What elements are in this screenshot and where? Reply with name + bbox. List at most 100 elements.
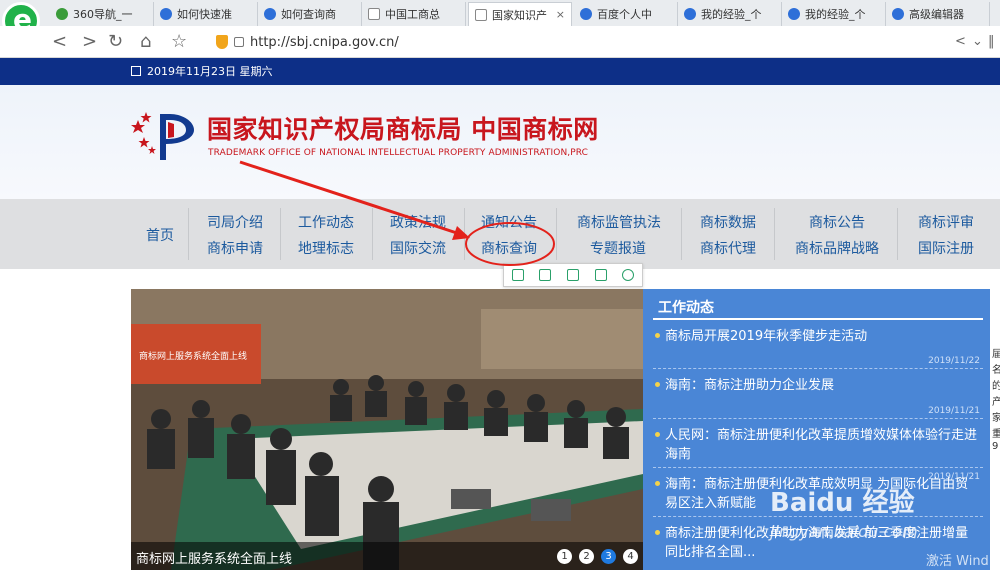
close-tab-icon[interactable]: × [556,8,565,21]
nav-special-reports[interactable]: 专题报道 [590,238,646,258]
right-column-fragment: 届 名 的 产 家 重 9 [990,289,1000,570]
news-item[interactable]: 商标局开展2019年秋季健步走活动 2019/11/22 [655,327,980,366]
tab-5[interactable]: 百度个人中 [574,2,678,26]
slide-dot-4[interactable]: 4 [623,549,638,564]
tab-0[interactable]: 360导航_一 [50,2,154,26]
baidu-watermark-url: jingyan.baidu.com [770,522,918,541]
bookmark-star-button[interactable]: ☆ [171,31,187,53]
tab-6[interactable]: 我的经验_个 [678,2,782,26]
news-divider [653,368,983,369]
nav-international-exchange[interactable]: 国际交流 [390,238,446,258]
nav-enforcement[interactable]: 商标监管执法 [577,212,661,232]
nav-bureau-intro[interactable]: 司局介绍 [207,212,263,232]
bullet-icon [655,333,660,338]
nav-divider [897,208,898,260]
slide-dot-3-active[interactable]: 3 [601,549,616,564]
reload-button[interactable]: ↻ [108,31,123,53]
screenshot-mini-toolbar [503,263,643,287]
nav-policies[interactable]: 政策法规 [390,212,446,232]
nav-divider [188,208,189,260]
tab-3[interactable]: 中国工商总 [362,2,466,26]
news-heading[interactable]: 工作动态 [658,297,714,317]
news-divider [653,467,983,468]
tab-1[interactable]: 如何快速准 [154,2,258,26]
slide-dot-1[interactable]: 1 [557,549,572,564]
nav-divider [774,208,775,260]
fragment-char: 重 [992,429,1000,440]
slideshow-photo[interactable]: 商标网上服务系统全面上线 [131,289,643,570]
document-icon [475,8,487,21]
activate-windows-text: 激活 Wind [926,554,989,569]
fragment-char: 名 [992,365,1000,376]
share-icon[interactable]: < [955,31,966,53]
news-heading-underline [653,318,983,320]
nav-trademark-application[interactable]: 商标申请 [207,238,263,258]
tab-label: 国家知识产 [492,8,547,22]
nav-announcements[interactable]: 通知公告 [481,212,537,232]
bullet-icon [655,432,660,437]
bullet-icon [655,530,660,535]
baidu-paw-icon [580,8,592,20]
news-item-text: 商标局开展2019年秋季健步走活动 [665,329,868,344]
nav-divider [556,208,557,260]
tab-label: 中国工商总 [385,8,440,21]
baidu-paw-icon [264,8,276,20]
bookmark-icon[interactable] [511,269,524,281]
fragment-char: 9 [992,441,999,452]
tab-4-active[interactable]: 国家知识产 × [468,2,572,26]
baidu-paw-icon [160,8,172,20]
nav-international-registration[interactable]: 国际注册 [918,238,974,258]
nav-trademark-search[interactable]: 商标查询 [481,238,537,258]
meeting-photo: 商标网上服务系统全面上线 [131,289,643,570]
nav-divider [464,208,465,260]
browser-tab-bar: 360导航_一 如何快速准 如何查询商 中国工商总 国家知识产 × 百度个人中 … [0,0,1000,40]
nav-home[interactable]: 首页 [146,225,174,245]
address-bar: < > ↻ ⌂ ☆ http://sbj.cnipa.gov.cn/ < ⌄ ‖ [0,26,1000,58]
url-input[interactable]: http://sbj.cnipa.gov.cn/ [216,30,936,54]
tab-label: 如何查询商 [281,8,336,21]
fragment-char: 届 [992,349,1000,360]
fragment-char: 产 [992,397,1000,408]
forward-button[interactable]: > [82,31,97,53]
save-icon[interactable] [566,269,579,281]
tab-label: 如何快速准 [177,8,232,21]
tab-label: 360导航_一 [73,8,133,21]
nav-geographic-indication[interactable]: 地理标志 [298,238,354,258]
gear-icon[interactable] [622,269,635,281]
news-divider [653,418,983,419]
tab-8[interactable]: 高级编辑器 [886,2,990,26]
date-text: 2019年11月23日 星期六 [147,65,273,78]
nav-trademark-gazette[interactable]: 商标公告 [809,212,865,232]
tab-7[interactable]: 我的经验_个 [782,2,886,26]
chevron-down-icon[interactable]: ⌄ [972,31,983,53]
banner-text: 商标网上服务系统全面上线 [139,350,247,362]
nav-trademark-data[interactable]: 商标数据 [700,212,756,232]
share-icon[interactable] [594,269,607,281]
home-button[interactable]: ⌂ [140,31,151,53]
360-icon [56,8,68,20]
nav-work-news[interactable]: 工作动态 [298,212,354,232]
site-title-cn: 国家知识产权局商标局 中国商标网 [207,115,599,144]
cnipa-logo-icon[interactable] [130,110,202,162]
nav-trademark-review[interactable]: 商标评审 [918,212,974,232]
baidu-watermark: Baidu 经验 [770,488,915,518]
nav-trademark-agency[interactable]: 商标代理 [700,238,756,258]
date-display: 2019年11月23日 星期六 [131,63,273,79]
baidu-paw-icon [892,8,904,20]
more-icon[interactable]: ‖ [988,31,995,53]
slide-dot-2[interactable]: 2 [579,549,594,564]
news-item[interactable]: 人民网：商标注册便利化改革提质增效媒体体验行走进海南 2019/11/21 [655,426,980,482]
tab-label: 百度个人中 [597,8,652,21]
tab-label: 我的经验_个 [701,8,762,21]
tab-label: 高级编辑器 [909,8,964,21]
tab-2[interactable]: 如何查询商 [258,2,362,26]
nav-brand-strategy[interactable]: 商标品牌战略 [795,238,879,258]
slideshow-caption[interactable]: 商标网上服务系统全面上线 [136,548,292,567]
nav-divider [280,208,281,260]
back-button[interactable]: < [52,31,67,53]
site-top-strip: 2019年11月23日 星期六 [0,58,1000,85]
baidu-paw-icon [684,8,696,20]
news-item[interactable]: 海南：商标注册助力企业发展 2019/11/21 [655,376,980,416]
tab-label: 我的经验_个 [805,8,866,21]
expand-icon[interactable] [539,269,552,281]
